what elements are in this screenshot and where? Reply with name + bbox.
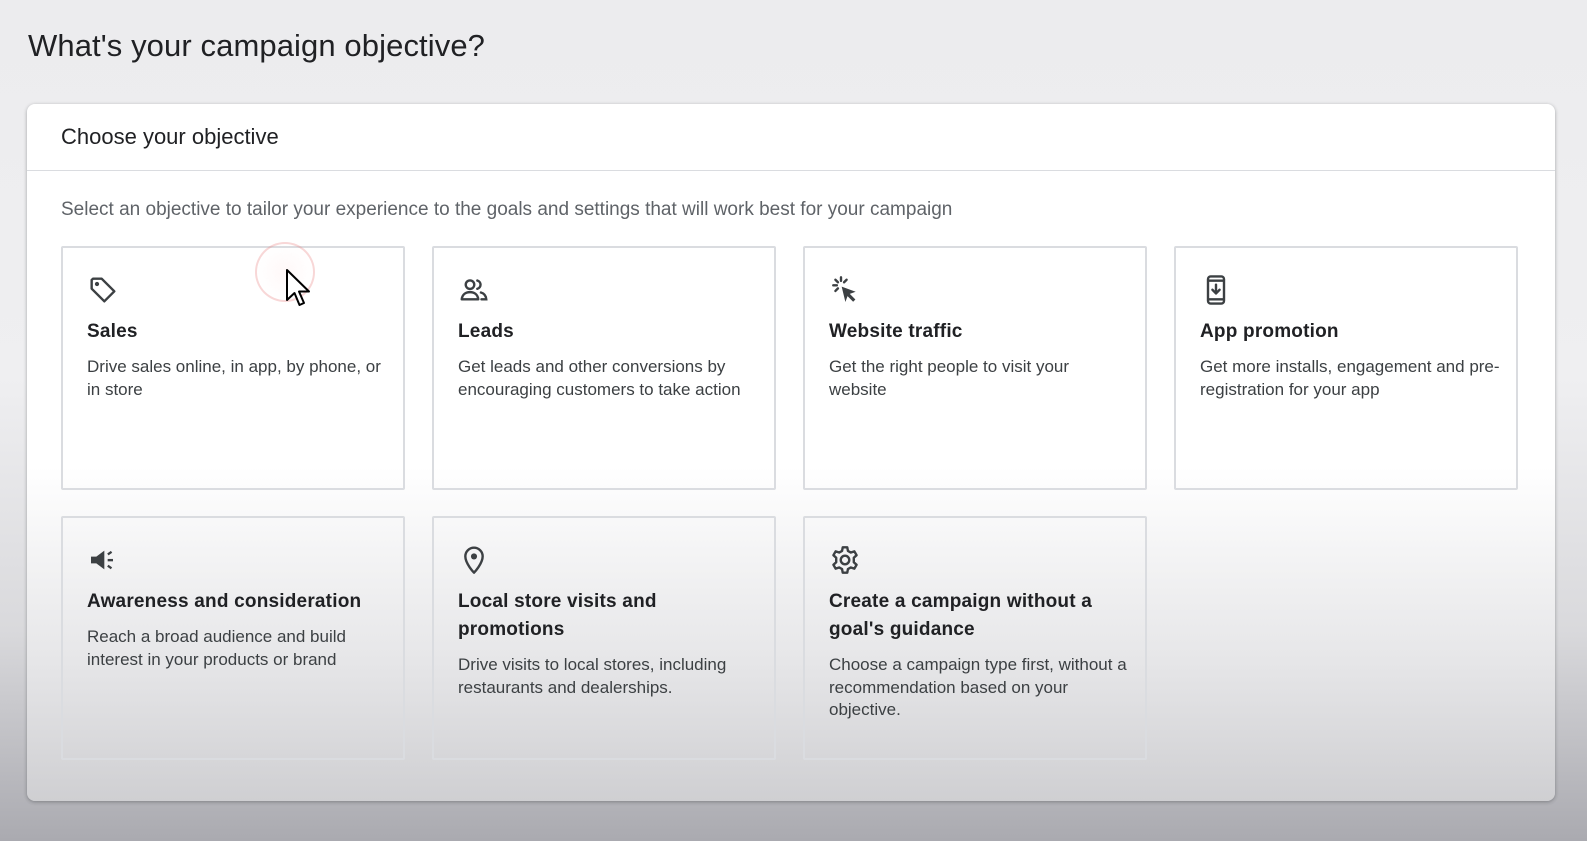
panel-header: Choose your objective [27,104,1555,171]
phone-download-icon [1200,274,1232,306]
location-pin-icon [458,544,490,576]
objective-description: Get more installs, engagement and pre-re… [1200,357,1500,399]
objective-card-no-goal[interactable]: Create a campaign without a goal's guida… [803,516,1147,760]
objective-description: Get the right people to visit your websi… [829,357,1070,399]
objective-title: Create a campaign without a goal's guida… [829,591,1093,640]
objective-card-sales[interactable]: Sales Drive sales online, in app, by pho… [61,246,405,490]
objective-title: Awareness and consideration [87,591,362,612]
objective-card-leads[interactable]: Leads Get leads and other conversions by… [432,246,776,490]
objective-card-website-traffic[interactable]: Website traffic Get the right people to … [803,246,1147,490]
objective-title: Sales [87,321,138,342]
objective-description: Reach a broad audience and build interes… [87,627,346,669]
objective-panel: Choose your objective Select an objectiv… [27,104,1555,801]
objective-card-local-store[interactable]: Local store visits and promotions Drive … [432,516,776,760]
mouse-pointer-icon [286,269,310,306]
objective-card-awareness[interactable]: Awareness and consideration Reach a broa… [61,516,405,760]
objective-title: Local store visits and promotions [458,591,657,640]
click-cursor-icon [829,274,861,306]
tag-icon [87,274,119,306]
panel-title: Choose your objective [61,124,279,149]
objective-card-app-promotion[interactable]: App promotion Get more installs, engagem… [1174,246,1518,490]
objective-description: Drive sales online, in app, by phone, or… [87,357,381,399]
objective-title: Leads [458,321,514,342]
objective-description: Get leads and other conversions by encou… [458,357,741,399]
page-title: What's your campaign objective? [28,28,486,63]
people-icon [458,274,490,306]
panel-description: Select an objective to tailor your exper… [61,199,953,220]
objective-description: Drive visits to local stores, including … [458,655,727,697]
objective-title: Website traffic [829,321,963,342]
objective-title: App promotion [1200,321,1339,342]
objective-description: Choose a campaign type first, without a … [829,655,1127,719]
gear-icon [829,544,861,576]
megaphone-icon [87,544,119,576]
